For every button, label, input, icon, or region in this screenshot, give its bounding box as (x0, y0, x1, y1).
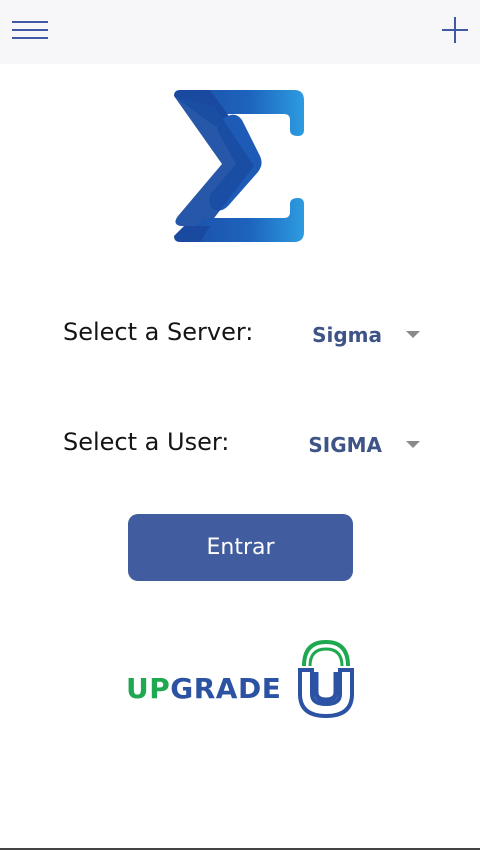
top-bar (0, 0, 480, 64)
chevron-down-icon (406, 441, 420, 448)
app-screen: Select a Server: Sigma Select a User: SI… (0, 0, 480, 850)
hamburger-menu-icon[interactable] (12, 18, 48, 42)
user-select[interactable]: SIGMA (300, 426, 422, 466)
brand-grade-text: GRADE (170, 672, 282, 705)
sigma-logo-icon (174, 90, 304, 242)
upgrade-wordmark: UPGRADE (126, 672, 281, 705)
enter-button[interactable]: Entrar (128, 514, 353, 581)
plus-icon[interactable] (442, 17, 468, 43)
brand-up-text: UP (126, 672, 171, 705)
chevron-down-icon (406, 331, 420, 338)
server-label: Select a Server: (63, 318, 254, 346)
server-select[interactable]: Sigma (300, 316, 422, 356)
upgrade-shield-u-icon (298, 639, 354, 719)
server-select-value: Sigma (312, 323, 382, 347)
user-select-value: SIGMA (308, 433, 382, 457)
user-label: Select a User: (63, 428, 230, 456)
